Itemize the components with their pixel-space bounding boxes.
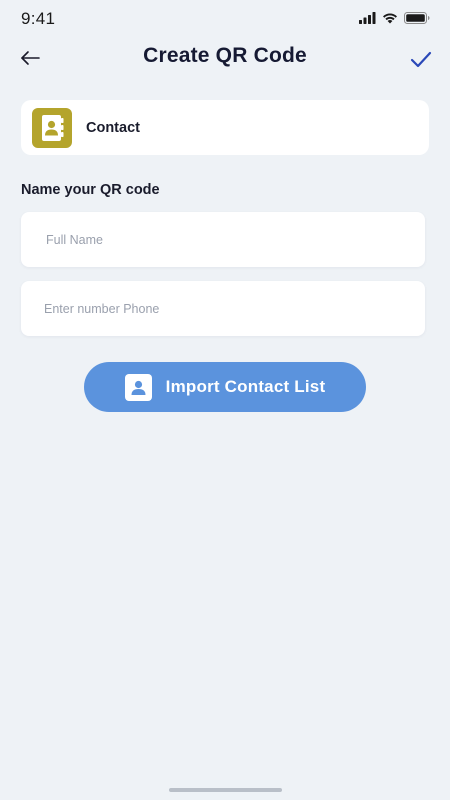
wifi-icon [382,11,398,29]
qr-type-card[interactable]: Contact [21,100,429,155]
phone-number-input[interactable] [21,281,425,336]
home-indicator [169,788,282,792]
section-label: Name your QR code [21,182,160,198]
status-icons [359,11,430,29]
import-contact-list-label: Import Contact List [165,377,326,396]
qr-type-label: Contact [86,119,140,136]
full-name-field-container [21,212,425,267]
contact-person-icon [124,373,152,401]
confirm-button[interactable] [410,48,432,70]
phone-field-container [21,281,425,336]
contact-book-icon [32,107,72,148]
nav-bar: Create QR Code [0,38,450,78]
full-name-input[interactable] [21,212,425,267]
status-time: 9:41 [21,9,56,28]
import-contact-list-button[interactable]: Import Contact List [84,362,366,412]
signal-icon [359,11,376,29]
status-bar: 9:41 [0,0,450,38]
page-title: Create QR Code [143,44,307,67]
battery-icon [404,11,430,29]
checkmark-icon [410,51,432,74]
